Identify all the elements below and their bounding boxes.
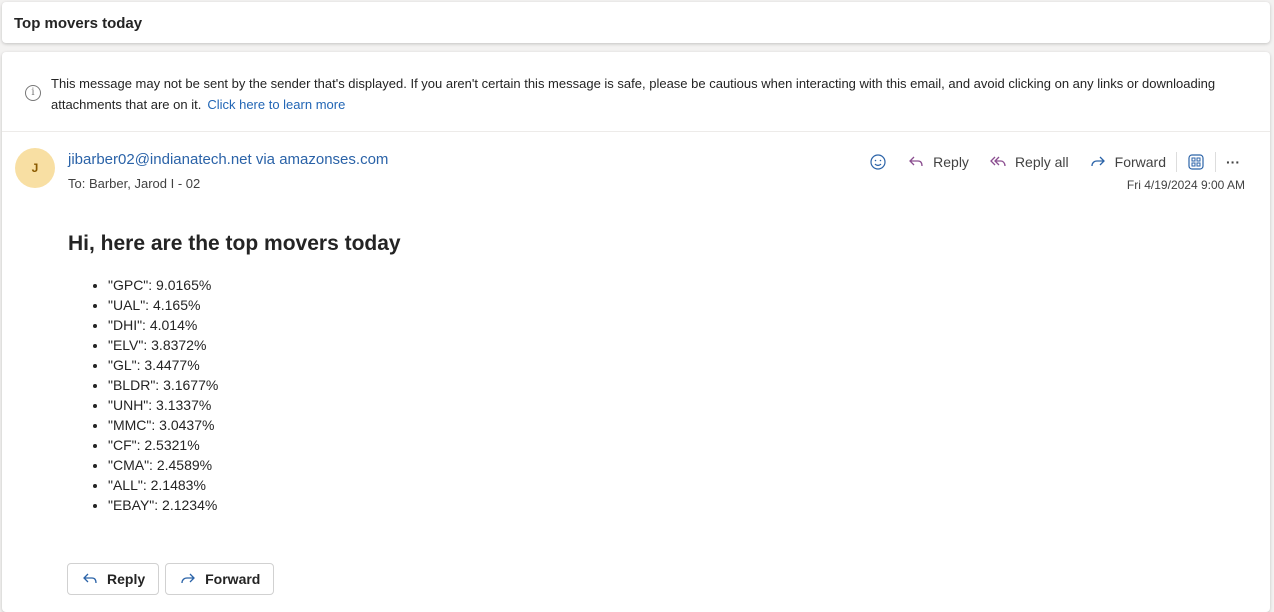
reply-label: Reply: [933, 154, 969, 170]
more-icon: ···: [1226, 154, 1240, 170]
smiley-icon: [870, 154, 886, 170]
reply-icon: [83, 573, 97, 584]
message-body: Hi, here are the top movers today "GPC":…: [68, 232, 401, 515]
forward-label: Forward: [1114, 154, 1166, 170]
email-subject: Top movers today: [2, 2, 1270, 43]
recipient-line: To: Barber, Jarod I - 02: [68, 176, 201, 191]
list-item: "CF": 2.5321%: [108, 435, 401, 455]
reply-all-button[interactable]: Reply all: [979, 148, 1079, 176]
forward-label: Forward: [205, 571, 261, 587]
emoji-reaction-button[interactable]: [859, 148, 897, 176]
apps-grid-icon: [1188, 154, 1204, 170]
movers-list: "GPC": 9.0165% "UAL": 4.165% "DHI": 4.01…: [108, 275, 401, 515]
learn-more-link[interactable]: Click here to learn more: [207, 97, 345, 112]
info-icon: i: [25, 85, 41, 101]
list-item: "EBAY": 2.1234%: [108, 495, 401, 515]
list-item: "UAL": 4.165%: [108, 295, 401, 315]
message-card: i This message may not be sent by the se…: [2, 52, 1270, 612]
reply-icon: [909, 156, 923, 167]
list-item: "CMA": 2.4589%: [108, 455, 401, 475]
forward-icon: [1090, 156, 1105, 167]
footer-forward-button[interactable]: Forward: [165, 563, 275, 595]
list-item: "MMC": 3.0437%: [108, 415, 401, 435]
message-actions: Reply Reply all Forward ···: [859, 148, 1250, 176]
sent-date: Fri 4/19/2024 9:00 AM: [1126, 178, 1245, 192]
list-item: "ALL": 2.1483%: [108, 475, 401, 495]
forward-button[interactable]: Forward: [1079, 148, 1176, 176]
reply-all-label: Reply all: [1014, 154, 1069, 170]
list-item: "GPC": 9.0165%: [108, 275, 401, 295]
sender-address[interactable]: jibarber02@indianatech.net via amazonses…: [68, 151, 388, 168]
more-actions-button[interactable]: ···: [1216, 148, 1250, 176]
reply-all-icon: [990, 156, 1006, 167]
forward-icon: [181, 573, 196, 584]
reply-button[interactable]: Reply: [897, 148, 979, 176]
body-heading: Hi, here are the top movers today: [68, 232, 401, 255]
apps-button[interactable]: [1177, 148, 1215, 176]
avatar[interactable]: J: [15, 148, 55, 188]
list-item: "BLDR": 3.1677%: [108, 375, 401, 395]
list-item: "ELV": 3.8372%: [108, 335, 401, 355]
footer-reply-button[interactable]: Reply: [67, 563, 160, 595]
sender-warning-banner: i This message may not be sent by the se…: [2, 52, 1270, 132]
list-item: "GL": 3.4477%: [108, 355, 401, 375]
footer-actions: Reply Forward: [67, 563, 275, 595]
list-item: "UNH": 3.1337%: [108, 395, 401, 415]
list-item: "DHI": 4.014%: [108, 315, 401, 335]
reply-label: Reply: [107, 571, 146, 587]
